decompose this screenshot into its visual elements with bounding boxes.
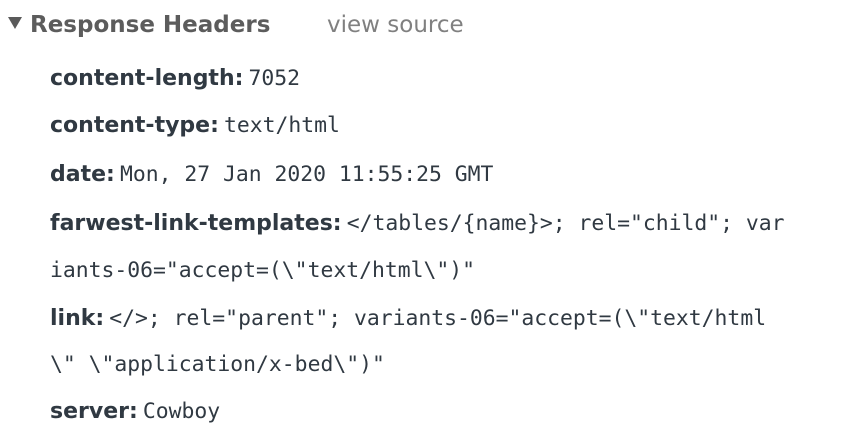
disclosure-triangle-icon[interactable] (8, 17, 22, 29)
header-row-continuation: \" \"application/x-bed\")" (50, 341, 385, 388)
header-value: Mon, 27 Jan 2020 11:55:25 GMT (119, 162, 494, 187)
header-name: farwest-link-templates: (50, 211, 342, 236)
header-name: link: (50, 306, 105, 331)
header-name: content-type: (50, 113, 219, 138)
header-name: date: (50, 162, 115, 187)
header-value: text/html (223, 113, 340, 138)
header-row-farwest-link-templates: farwest-link-templates: </tables/{name}>… (50, 200, 785, 247)
header-row-link: link: </>; rel="parent"; variants-06="ac… (50, 295, 766, 342)
header-name: content-length: (50, 66, 244, 91)
header-value: </tables/{name}>; rel="child"; var (346, 211, 785, 236)
view-source-link[interactable]: view source (327, 9, 464, 41)
header-row-content-length: content-length: 7052 (50, 55, 300, 102)
header-value: </>; rel="parent"; variants-06="accept=(… (109, 306, 767, 331)
header-row-content-type: content-type: text/html (50, 102, 340, 149)
header-name: server: (50, 399, 138, 424)
header-value: Cowboy (142, 399, 221, 424)
response-headers-list: content-length: 7052 content-type: text/… (50, 55, 850, 430)
header-row-continuation: iants-06="accept=(\"text/html\")" (50, 247, 475, 294)
header-value: \" \"application/x-bed\")" (50, 352, 385, 377)
response-headers-section-header[interactable]: Response Headers view source (0, 0, 850, 50)
header-row-date: date: Mon, 27 Jan 2020 11:55:25 GMT (50, 151, 493, 198)
header-value: iants-06="accept=(\"text/html\")" (50, 258, 475, 283)
header-row-server: server: Cowboy (50, 388, 220, 430)
header-value: 7052 (248, 66, 301, 91)
section-title: Response Headers (30, 12, 271, 38)
